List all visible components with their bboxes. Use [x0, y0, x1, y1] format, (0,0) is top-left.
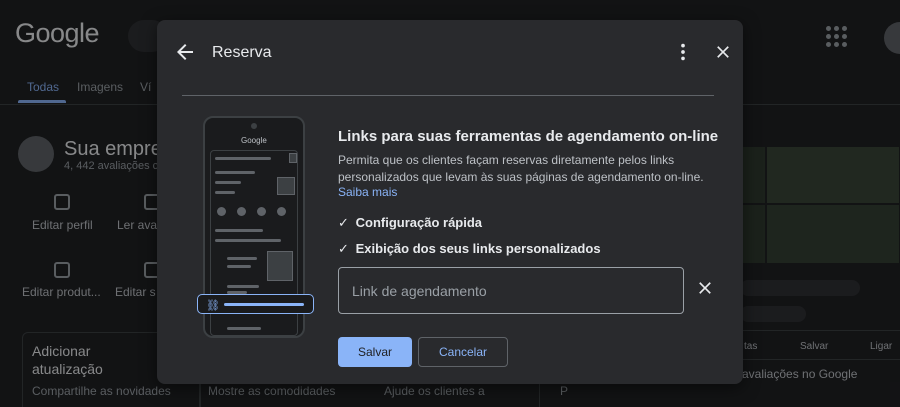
section-heading: Links para suas ferramentas de agendamen… [338, 128, 719, 145]
feature-quick-setup: ✓ Configuração rápida [338, 215, 482, 231]
cancel-button[interactable]: Cancelar [418, 337, 508, 367]
dialog-divider [182, 95, 714, 96]
link-illustration-strip: ⛓ [197, 294, 314, 314]
close-icon[interactable] [713, 42, 733, 62]
feature-label: Exibição dos seus links personalizados [355, 241, 601, 256]
more-vert-icon[interactable] [672, 41, 694, 63]
arrow-left-icon[interactable] [173, 40, 197, 64]
booking-link-input[interactable] [338, 267, 684, 314]
section-description: Permita que os clientes façam reservas d… [338, 153, 704, 184]
phone-google-logo: Google [241, 136, 267, 145]
clear-icon[interactable] [695, 278, 715, 298]
learn-more-link[interactable]: Saiba mais [338, 185, 397, 199]
reservation-dialog: Reserva Google ⛓ Links para suas ferrame… [157, 20, 743, 384]
phone-camera [251, 123, 257, 129]
feature-label: Configuração rápida [355, 215, 483, 230]
dialog-title: Reserva [212, 44, 272, 61]
check-icon: ✓ [338, 241, 349, 256]
feature-custom-links: ✓ Exibição dos seus links personalizados [338, 241, 601, 257]
check-icon: ✓ [338, 215, 349, 230]
link-icon: ⛓ [206, 300, 220, 312]
save-button[interactable]: Salvar [338, 337, 412, 367]
dialog-header: Reserva [157, 20, 743, 84]
